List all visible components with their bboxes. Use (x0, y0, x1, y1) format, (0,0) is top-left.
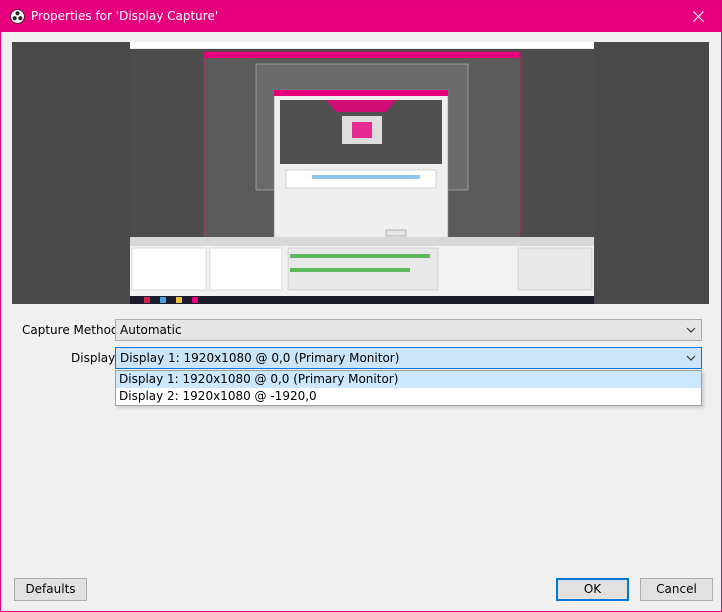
obs-logo-icon (10, 9, 25, 24)
display-label: Display (71, 351, 116, 365)
properties-dialog: Properties for 'Display Capture' Capture… (0, 0, 722, 612)
dropdown-option[interactable]: Display 1: 1920x1080 @ 0,0 (Primary Moni… (116, 371, 701, 388)
cancel-button[interactable]: Cancel (640, 578, 713, 601)
screen-preview-image (130, 42, 594, 304)
chevron-down-icon (686, 327, 696, 333)
ok-button[interactable]: OK (556, 578, 629, 601)
display-dropdown-list: Display 1: 1920x1080 @ 0,0 (Primary Moni… (115, 370, 702, 406)
display-value: Display 1: 1920x1080 @ 0,0 (Primary Moni… (120, 351, 400, 365)
close-icon (692, 11, 704, 22)
capture-method-value: Automatic (120, 323, 182, 337)
capture-method-label: Capture Method (22, 323, 119, 337)
defaults-button[interactable]: Defaults (14, 578, 87, 601)
title-bar[interactable]: Properties for 'Display Capture' (1, 1, 721, 32)
close-button[interactable] (675, 1, 721, 32)
dropdown-option[interactable]: Display 2: 1920x1080 @ -1920,0 (116, 388, 701, 405)
chevron-down-icon (686, 355, 696, 361)
window-title: Properties for 'Display Capture' (31, 9, 219, 23)
display-select[interactable]: Display 1: 1920x1080 @ 0,0 (Primary Moni… (115, 347, 702, 369)
capture-preview (12, 42, 709, 304)
capture-method-select[interactable]: Automatic (115, 319, 702, 341)
